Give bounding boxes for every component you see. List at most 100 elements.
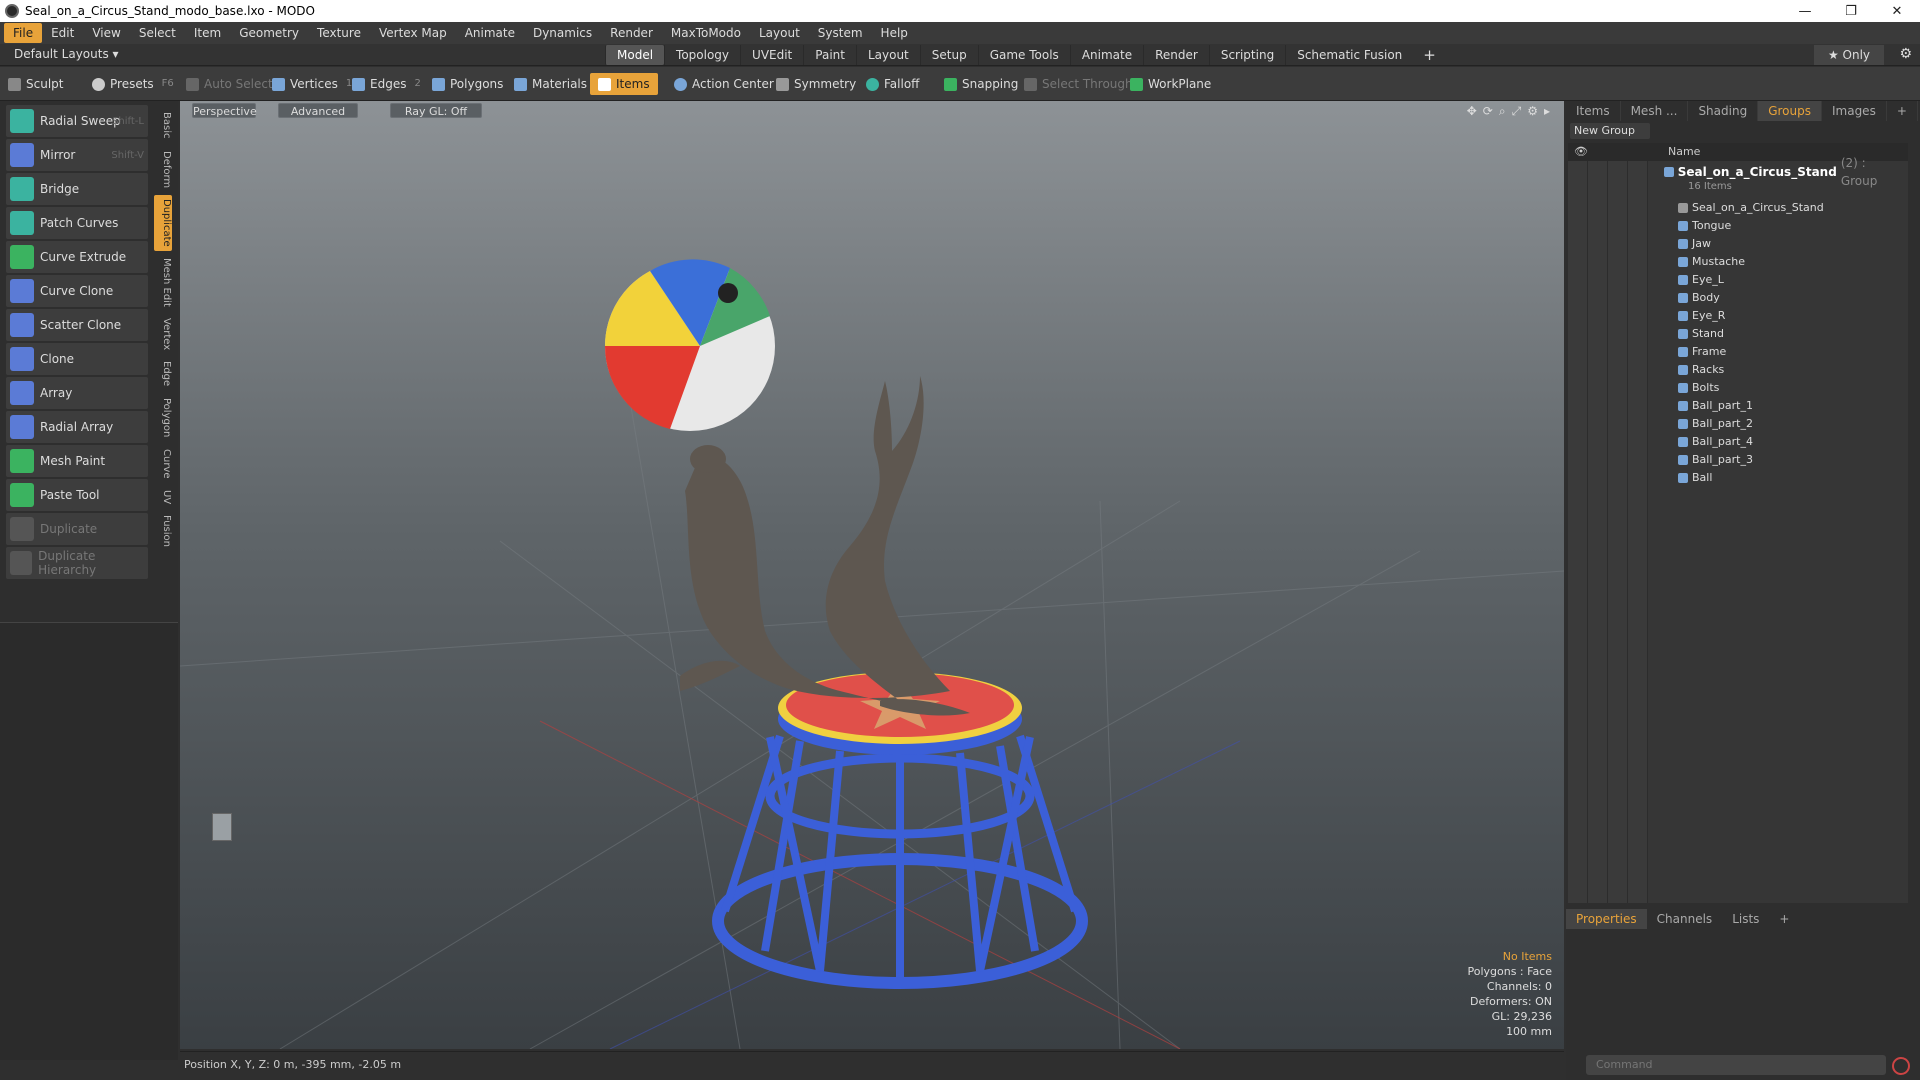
- tab-images[interactable]: Images: [1822, 101, 1887, 121]
- clone-tool[interactable]: Clone: [6, 343, 148, 375]
- menu-vertex-map[interactable]: Vertex Map: [370, 23, 456, 43]
- paste-tool[interactable]: Paste Tool: [6, 479, 148, 511]
- tree-item[interactable]: Seal_on_a_Circus_Stand: [1678, 199, 1918, 217]
- tree-item[interactable]: Frame: [1678, 343, 1918, 361]
- rotate-icon[interactable]: ⟳: [1483, 104, 1493, 119]
- vtab-basic[interactable]: Basic: [154, 105, 172, 145]
- menu-render[interactable]: Render: [601, 23, 662, 43]
- tree-item[interactable]: Ball_part_1: [1678, 397, 1918, 415]
- add-properties-tab-button[interactable]: +: [1769, 909, 1799, 929]
- tree-item[interactable]: Bolts: [1678, 379, 1918, 397]
- curve-clone-tool[interactable]: Curve Clone: [6, 275, 148, 307]
- vtab-mesh-edit[interactable]: Mesh Edit: [154, 253, 172, 311]
- default-layouts-dropdown[interactable]: Default Layouts ▾: [14, 47, 119, 61]
- tree-item[interactable]: Racks: [1678, 361, 1918, 379]
- scatter-clone-tool[interactable]: Scatter Clone: [6, 309, 148, 341]
- select-through-button[interactable]: Select Through: [1024, 73, 1133, 95]
- tab-channels[interactable]: Channels: [1647, 909, 1723, 929]
- patch-curves-tool[interactable]: Patch Curves: [6, 207, 148, 239]
- tree-item[interactable]: Stand: [1678, 325, 1918, 343]
- vertices-button[interactable]: Vertices 1: [272, 73, 352, 95]
- perspective-dropdown[interactable]: Perspective: [192, 103, 257, 118]
- tab-schematic-fusion[interactable]: Schematic Fusion: [1285, 45, 1413, 65]
- raygl-dropdown[interactable]: Ray GL: Off: [390, 103, 482, 118]
- radial-array-tool[interactable]: Radial Array: [6, 411, 148, 443]
- curve-extrude-tool[interactable]: Curve Extrude: [6, 241, 148, 273]
- gear-icon[interactable]: ⚙: [1899, 46, 1912, 62]
- add-layout-button[interactable]: +: [1413, 45, 1446, 65]
- vtab-deform[interactable]: Deform: [154, 147, 172, 193]
- vtab-fusion[interactable]: Fusion: [154, 511, 172, 551]
- tree-item[interactable]: Ball_part_3: [1678, 451, 1918, 469]
- tab-properties[interactable]: Properties: [1566, 909, 1647, 929]
- menu-select[interactable]: Select: [130, 23, 185, 43]
- tree-item[interactable]: Body: [1678, 289, 1918, 307]
- falloff-button[interactable]: Falloff: [866, 73, 919, 95]
- menu-help[interactable]: Help: [872, 23, 917, 43]
- menu-layout[interactable]: Layout: [750, 23, 809, 43]
- settings-icon[interactable]: ⚙: [1527, 104, 1538, 119]
- tab-model[interactable]: Model: [605, 45, 665, 65]
- command-history-icon[interactable]: [1892, 1057, 1910, 1075]
- pan-icon[interactable]: ✥: [1467, 104, 1477, 119]
- vtab-edge[interactable]: Edge: [154, 357, 172, 391]
- restore-button[interactable]: ❐: [1828, 0, 1874, 22]
- sculpt-button[interactable]: Sculpt: [8, 73, 63, 95]
- menu-maxtomodo[interactable]: MaxToModo: [662, 23, 750, 43]
- menu-view[interactable]: View: [83, 23, 129, 43]
- tab-topology[interactable]: Topology: [664, 45, 740, 65]
- snapping-button[interactable]: Snapping: [944, 73, 1018, 95]
- group-row[interactable]: Seal_on_a_Circus_Stand (2) : Group: [1664, 156, 1904, 188]
- tab-lists[interactable]: Lists: [1722, 909, 1769, 929]
- mirror-tool[interactable]: Mirror Shift-V: [6, 139, 148, 171]
- tab-layout[interactable]: Layout: [855, 45, 920, 65]
- tree-item[interactable]: Mustache: [1678, 253, 1918, 271]
- symmetry-button[interactable]: Symmetry: [776, 73, 856, 95]
- menu-edit[interactable]: Edit: [42, 23, 83, 43]
- fit-icon[interactable]: ⤢: [1512, 104, 1522, 119]
- tab-game-tools[interactable]: Game Tools: [977, 45, 1070, 65]
- only-toggle[interactable]: ★ Only: [1814, 45, 1884, 65]
- tree-item[interactable]: Tongue: [1678, 217, 1918, 235]
- tree-item[interactable]: Eye_R: [1678, 307, 1918, 325]
- menu-system[interactable]: System: [809, 23, 872, 43]
- materials-button[interactable]: Materials: [514, 73, 587, 95]
- minimize-button[interactable]: —: [1782, 0, 1828, 22]
- tab-render[interactable]: Render: [1143, 45, 1209, 65]
- close-button[interactable]: ✕: [1874, 0, 1920, 22]
- bridge-tool[interactable]: Bridge: [6, 173, 148, 205]
- mesh-paint-tool[interactable]: Mesh Paint: [6, 445, 148, 477]
- zoom-icon[interactable]: ⌕: [1499, 104, 1506, 119]
- edges-button[interactable]: Edges 2: [352, 73, 421, 95]
- tree-item[interactable]: Jaw: [1678, 235, 1918, 253]
- tab-shading[interactable]: Shading: [1688, 101, 1759, 121]
- tab-mesh[interactable]: Mesh ...: [1621, 101, 1689, 121]
- action-center-button[interactable]: Action Center: [674, 73, 774, 95]
- menu-item[interactable]: Item: [185, 23, 230, 43]
- expand-icon[interactable]: ▸: [1544, 104, 1550, 119]
- tab-setup[interactable]: Setup: [919, 45, 978, 65]
- vtab-polygon[interactable]: Polygon: [154, 393, 172, 443]
- command-input[interactable]: [1586, 1055, 1886, 1075]
- items-button[interactable]: Items: [590, 73, 658, 95]
- radial-sweep-tool[interactable]: Radial Sweep Shift-L: [6, 105, 148, 137]
- duplicate-hierarchy-tool[interactable]: Duplicate Hierarchy: [6, 547, 148, 579]
- tab-items[interactable]: Items: [1566, 101, 1621, 121]
- tree-item[interactable]: Ball_part_2: [1678, 415, 1918, 433]
- add-tab-button[interactable]: +: [1887, 101, 1918, 121]
- tab-groups[interactable]: Groups: [1758, 101, 1822, 121]
- new-group-button[interactable]: New Group: [1570, 123, 1650, 139]
- workplane-button[interactable]: WorkPlane: [1130, 73, 1211, 95]
- tab-paint[interactable]: Paint: [803, 45, 856, 65]
- advanced-dropdown[interactable]: Advanced: [278, 103, 358, 118]
- menu-texture[interactable]: Texture: [308, 23, 370, 43]
- vtab-vertex[interactable]: Vertex: [154, 313, 172, 355]
- duplicate-tool[interactable]: Duplicate: [6, 513, 148, 545]
- tab-uvedit[interactable]: UVEdit: [740, 45, 803, 65]
- auto-select-button[interactable]: Auto Select: [186, 73, 273, 95]
- polygons-button[interactable]: Polygons: [432, 73, 503, 95]
- tree-item[interactable]: Ball: [1678, 469, 1918, 487]
- menu-file[interactable]: File: [4, 23, 43, 43]
- menu-animate[interactable]: Animate: [456, 23, 524, 43]
- array-tool[interactable]: Array: [6, 377, 148, 409]
